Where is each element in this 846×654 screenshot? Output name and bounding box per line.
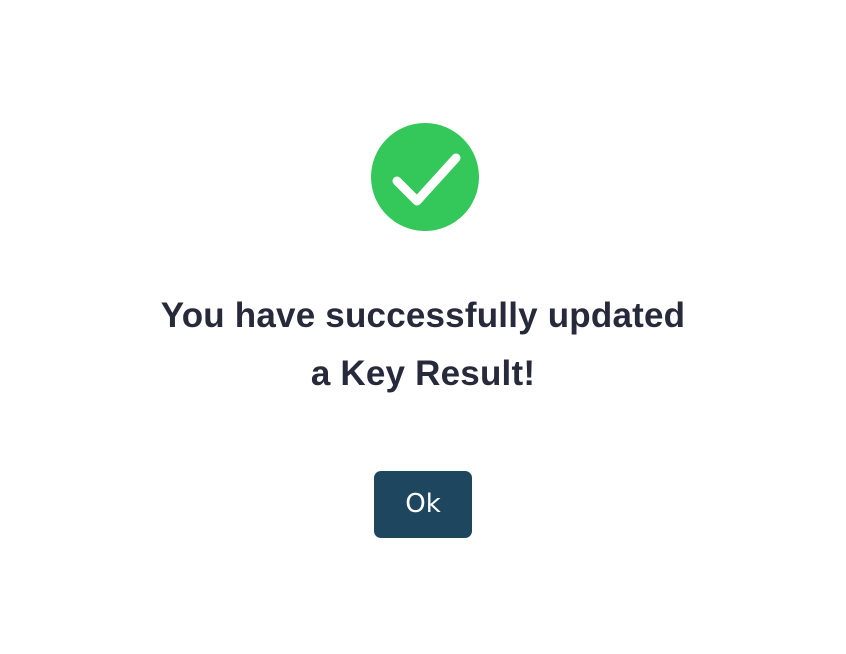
success-message: You have successfully updated a Key Resu…	[0, 287, 846, 403]
checkmark-circle-icon	[371, 123, 479, 231]
ok-button[interactable]: Ok	[374, 471, 472, 538]
success-dialog: You have successfully updated a Key Resu…	[0, 0, 846, 654]
success-message-line-2: a Key Result!	[310, 354, 536, 393]
success-message-line-1: You have successfully updated	[160, 296, 686, 335]
